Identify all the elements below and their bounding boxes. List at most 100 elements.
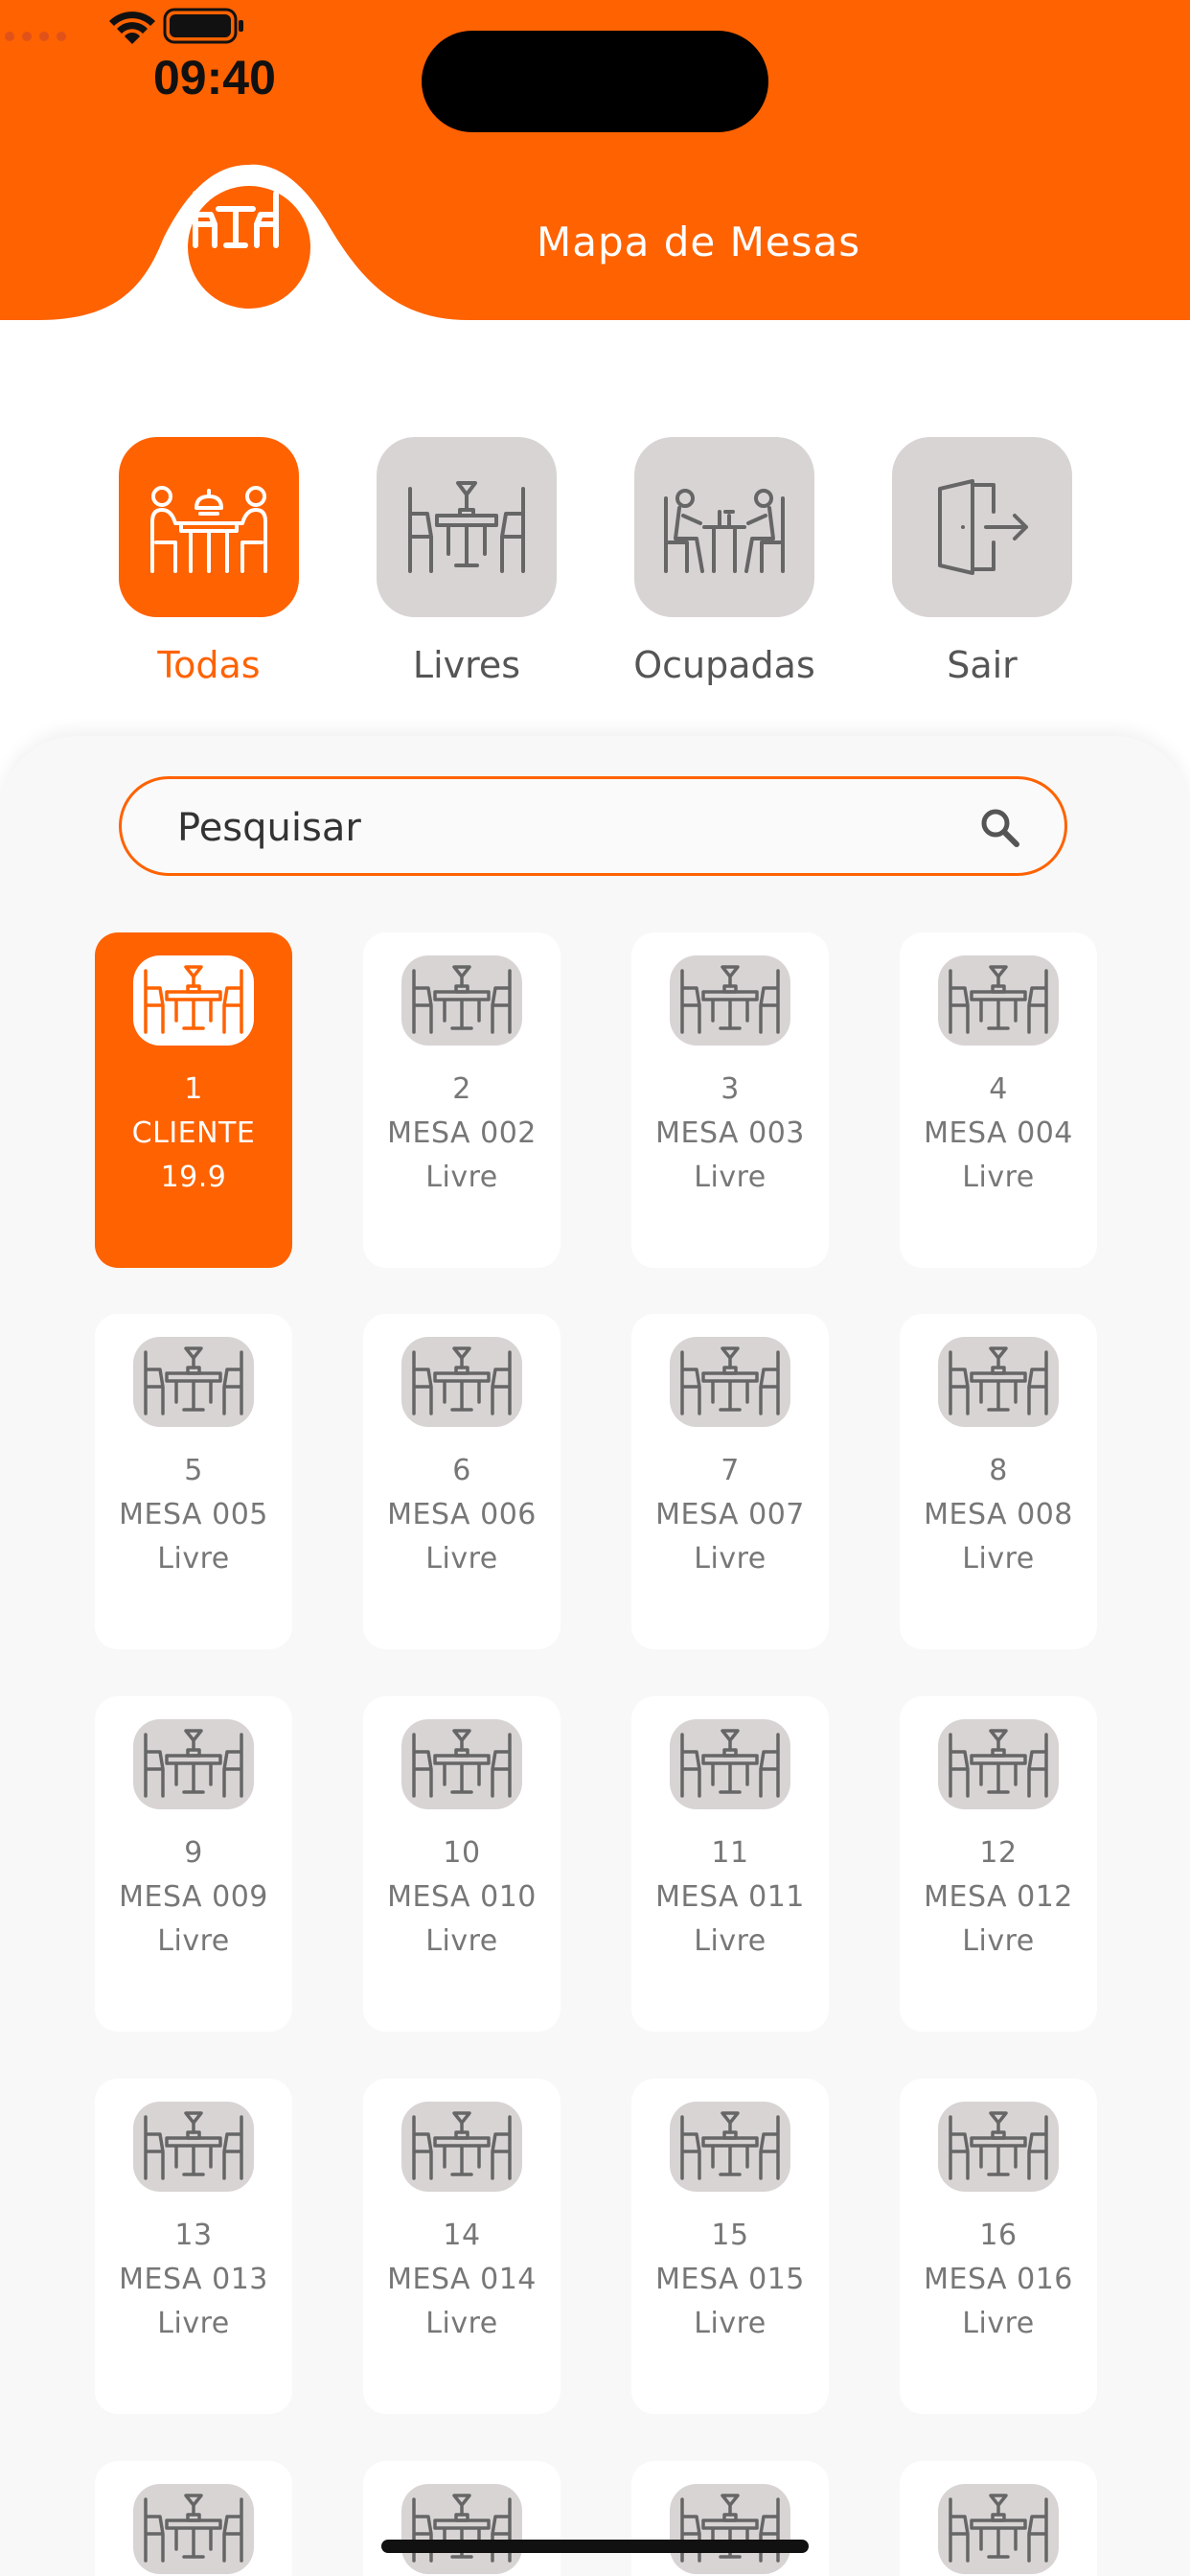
table-card-6[interactable]: 6 MESA 006 Livre <box>363 1314 561 1649</box>
filter-ocupadas-button[interactable]: Ocupadas <box>633 437 815 686</box>
cellular-signal-icon <box>5 32 66 41</box>
dynamic-island <box>422 31 768 132</box>
table-number: 8 <box>989 1454 1008 1487</box>
table-card-icon-box <box>401 1337 522 1427</box>
table-status: Livre <box>962 1161 1035 1194</box>
table-icon <box>680 965 780 1034</box>
table-icon <box>412 965 512 1034</box>
table-number: 1 <box>184 1072 203 1106</box>
table-card-11[interactable]: 11 MESA 011 Livre <box>631 1696 829 2032</box>
people-dining-icon <box>150 486 267 573</box>
table-icon <box>949 1346 1048 1415</box>
table-name: MESA 014 <box>387 2263 537 2296</box>
table-icon <box>144 2111 243 2180</box>
filter-livres-button[interactable]: Livres <box>377 437 557 686</box>
table-card-9[interactable]: 9 MESA 009 Livre <box>95 1696 292 2032</box>
filter-todas-label: Todas <box>157 644 261 686</box>
table-card-icon-box <box>938 1337 1059 1427</box>
filter-sair-button[interactable]: Sair <box>892 437 1072 686</box>
table-name: MESA 005 <box>119 1498 268 1531</box>
table-status: Livre <box>962 2307 1035 2340</box>
table-status: Livre <box>425 1924 498 1958</box>
table-icon <box>144 965 243 1034</box>
filter-ocupadas-tile[interactable] <box>634 437 814 617</box>
table-status: Livre <box>157 2307 230 2340</box>
table-name: MESA 003 <box>655 1116 805 1150</box>
table-card-19[interactable] <box>631 2461 829 2576</box>
table-icon <box>949 965 1048 1034</box>
table-name: MESA 013 <box>119 2263 268 2296</box>
table-card-icon-box <box>670 955 790 1046</box>
table-card-10[interactable]: 10 MESA 010 Livre <box>363 1696 561 2032</box>
table-name: MESA 012 <box>924 1880 1073 1914</box>
table-card-3[interactable]: 3 MESA 003 Livre <box>631 932 829 1268</box>
table-card-13[interactable]: 13 MESA 013 Livre <box>95 2079 292 2414</box>
table-number: 2 <box>452 1072 471 1106</box>
table-number: 10 <box>443 1836 481 1870</box>
table-card-icon-box <box>133 2484 254 2574</box>
search-icon[interactable] <box>978 806 1022 850</box>
table-name: MESA 010 <box>387 1880 537 1914</box>
table-card-20[interactable] <box>900 2461 1097 2576</box>
table-number: 6 <box>452 1454 471 1487</box>
table-status: Livre <box>157 1542 230 1576</box>
page-title: Mapa de Mesas <box>537 218 861 265</box>
table-card-icon-box <box>938 955 1059 1046</box>
table-name: MESA 004 <box>924 1116 1073 1150</box>
table-card-14[interactable]: 14 MESA 014 Livre <box>363 2079 561 2414</box>
table-icon <box>680 2494 780 2563</box>
table-chairs-icon <box>193 191 279 248</box>
table-name: MESA 006 <box>387 1498 537 1531</box>
table-card-icon-box <box>938 2102 1059 2192</box>
table-card-icon-box <box>133 2102 254 2192</box>
table-number: 9 <box>184 1836 203 1870</box>
filter-ocupadas-label: Ocupadas <box>633 644 815 686</box>
table-status: Livre <box>157 1924 230 1958</box>
restaurant-logo <box>188 186 310 309</box>
table-card-7[interactable]: 7 MESA 007 Livre <box>631 1314 829 1649</box>
table-number: 13 <box>174 2219 213 2252</box>
table-card-icon-box <box>401 1719 522 1809</box>
table-card-12[interactable]: 12 MESA 012 Livre <box>900 1696 1097 2032</box>
table-card-icon-box <box>133 1719 254 1809</box>
table-icon <box>949 2494 1048 2563</box>
table-card-icon-box <box>938 2484 1059 2574</box>
empty-table-icon <box>408 481 525 573</box>
table-card-icon-box <box>670 1719 790 1809</box>
table-status: Livre <box>425 1542 498 1576</box>
table-card-15[interactable]: 15 MESA 015 Livre <box>631 2079 829 2414</box>
table-icon <box>412 1346 512 1415</box>
table-card-18[interactable] <box>363 2461 561 2576</box>
search-input[interactable] <box>175 800 946 856</box>
table-icon <box>412 1729 512 1798</box>
table-card-8[interactable]: 8 MESA 008 Livre <box>900 1314 1097 1649</box>
filter-sair-tile[interactable] <box>892 437 1072 617</box>
table-status: Livre <box>694 1542 767 1576</box>
filter-todas-button[interactable]: Todas <box>119 437 299 686</box>
table-number: 14 <box>443 2219 481 2252</box>
filter-livres-label: Livres <box>412 644 521 686</box>
table-card-5[interactable]: 5 MESA 005 Livre <box>95 1314 292 1649</box>
table-card-4[interactable]: 4 MESA 004 Livre <box>900 932 1097 1268</box>
table-status: Livre <box>962 1542 1035 1576</box>
table-card-icon-box <box>938 1719 1059 1809</box>
table-card-1[interactable]: 1 CLIENTE 19.9 <box>95 932 292 1268</box>
table-icon <box>680 1346 780 1415</box>
table-name: MESA 002 <box>387 1116 537 1150</box>
table-card-2[interactable]: 2 MESA 002 Livre <box>363 932 561 1268</box>
filter-livres-tile[interactable] <box>377 437 557 617</box>
table-status: Livre <box>425 2307 498 2340</box>
table-name: CLIENTE <box>131 1116 256 1150</box>
occupied-table-icon <box>664 489 785 573</box>
table-card-16[interactable]: 16 MESA 016 Livre <box>900 2079 1097 2414</box>
table-card-icon-box <box>133 955 254 1046</box>
filter-todas-tile[interactable] <box>119 437 299 617</box>
table-number: 7 <box>721 1454 740 1487</box>
search-bar[interactable] <box>119 776 1067 876</box>
table-card-icon-box <box>670 2484 790 2574</box>
table-number: 12 <box>979 1836 1018 1870</box>
table-icon <box>144 1729 243 1798</box>
table-icon <box>949 2111 1048 2180</box>
table-card-17[interactable] <box>95 2461 292 2576</box>
table-name: MESA 009 <box>119 1880 268 1914</box>
